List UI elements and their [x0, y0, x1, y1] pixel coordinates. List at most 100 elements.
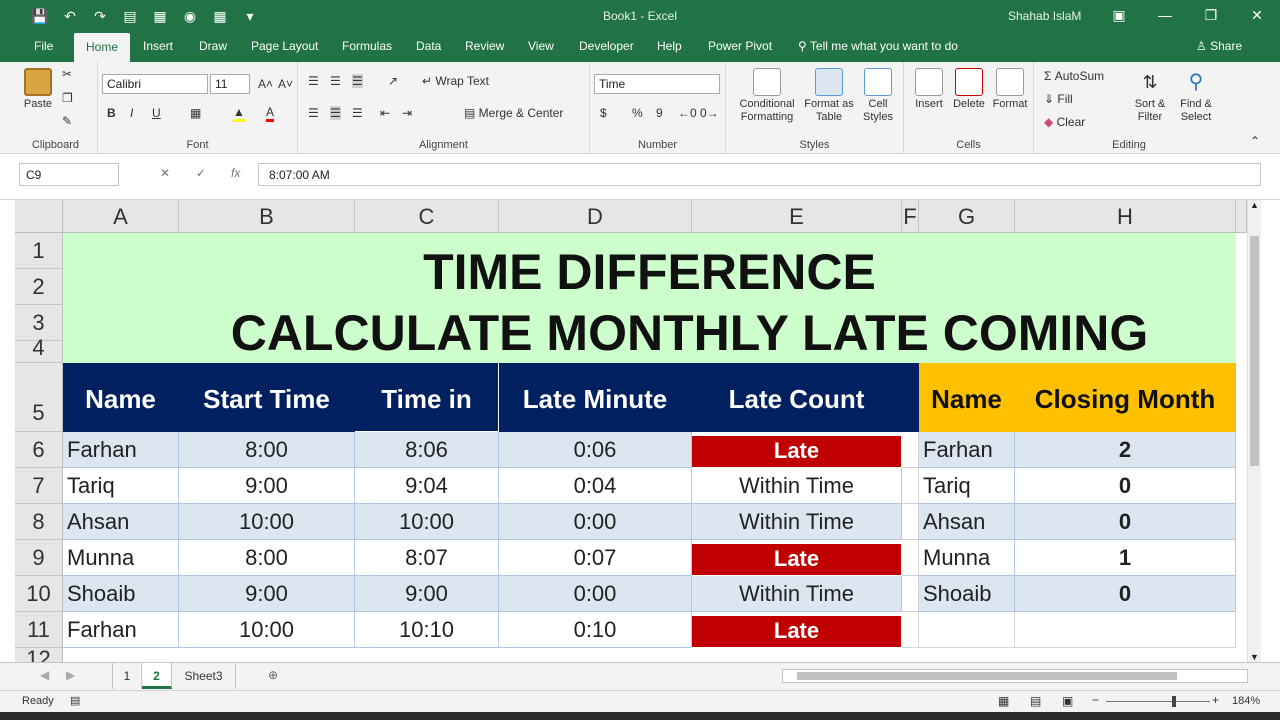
row-header-8[interactable]: 8	[15, 504, 63, 540]
increase-decimal-icon[interactable]: ←0	[678, 106, 697, 120]
cell-start-time[interactable]: 9:00	[179, 468, 355, 504]
font-name-select[interactable]: Calibri	[102, 74, 208, 94]
grow-font-icon[interactable]: A˄	[258, 77, 273, 91]
sheet-tab-2[interactable]: 2	[142, 663, 172, 689]
middle-align-icon[interactable]: ☰	[330, 74, 341, 88]
close-icon[interactable]: ✕	[1234, 0, 1280, 30]
cell-summary-count[interactable]: 0	[1015, 504, 1236, 540]
cell-start-time[interactable]: 10:00	[179, 504, 355, 540]
prev-sheet-icon[interactable]: ◀	[40, 668, 49, 682]
decrease-decimal-icon[interactable]: 0→	[700, 106, 719, 120]
cell-summary-count[interactable]: 1	[1015, 540, 1236, 576]
cell-empty[interactable]	[919, 612, 1015, 648]
cell-late-count[interactable]: Within Time	[692, 468, 902, 504]
title-block[interactable]: TIME DIFFERENCE CALCULATE MONTHLY LATE C…	[63, 233, 1236, 363]
sheet-tab-1[interactable]: 1	[112, 663, 142, 689]
cell-late-minute[interactable]: 0:00	[499, 576, 692, 612]
font-size-select[interactable]: 11	[210, 74, 250, 94]
enter-icon[interactable]: ✓	[196, 166, 206, 180]
zoom-slider[interactable]	[1106, 701, 1210, 702]
format-cells-button[interactable]: Format	[990, 68, 1030, 111]
cell-late-minute[interactable]: 0:07	[499, 540, 692, 576]
tab-insert[interactable]: Insert	[143, 39, 173, 53]
cell-empty[interactable]	[902, 540, 919, 576]
underline-button[interactable]: U	[152, 106, 161, 120]
tab-help[interactable]: Help	[657, 39, 682, 53]
align-center-icon[interactable]: ☰	[330, 106, 341, 120]
row-header-12[interactable]: 12	[15, 648, 63, 662]
name-box[interactable]: C9	[19, 163, 119, 186]
cut-icon[interactable]: ✂	[62, 67, 72, 81]
cell-late-minute[interactable]: 0:04	[499, 468, 692, 504]
worksheet-grid[interactable]: A B C D E F G H 1 2 3 4 5 6 7 8 9 10 11 …	[0, 200, 1280, 662]
horizontal-scroll-thumb[interactable]	[797, 672, 1177, 680]
copy-icon[interactable]: ❐	[62, 91, 73, 105]
find-select-button[interactable]: ⚲ Find & Select	[1174, 68, 1218, 124]
horizontal-scrollbar[interactable]	[782, 669, 1248, 683]
row-header-6[interactable]: 6	[15, 432, 63, 468]
font-color-icon[interactable]: A	[266, 105, 275, 122]
cell-name[interactable]: Shoaib	[63, 576, 179, 612]
zoom-out-icon[interactable]: −	[1092, 693, 1099, 707]
tab-draw[interactable]: Draw	[199, 39, 227, 53]
row-header-4[interactable]: 4	[15, 337, 63, 363]
cell-time-in[interactable]: 10:00	[355, 504, 499, 540]
italic-button[interactable]: I	[130, 106, 133, 120]
format-painter-icon[interactable]: ✎	[62, 114, 72, 128]
cell-start-time[interactable]: 8:00	[179, 540, 355, 576]
fill-color-icon[interactable]: ▲	[233, 105, 245, 122]
cell-name[interactable]: Tariq	[63, 468, 179, 504]
cell-name[interactable]: Munna	[63, 540, 179, 576]
align-right-icon[interactable]: ☰	[352, 106, 363, 120]
macro-record-icon[interactable]: ▤	[70, 694, 80, 707]
row-header-1[interactable]: 1	[15, 233, 63, 269]
delete-cells-button[interactable]: Delete	[950, 68, 988, 111]
cell-summary-name[interactable]: Tariq	[919, 468, 1015, 504]
minimize-icon[interactable]: —	[1142, 0, 1188, 30]
column-header-e[interactable]: E	[692, 200, 902, 233]
column-header-a[interactable]: A	[63, 200, 179, 233]
zoom-slider-handle[interactable]	[1172, 696, 1176, 707]
paste-button[interactable]: Paste	[20, 68, 56, 111]
cell-summary-name[interactable]: Shoaib	[919, 576, 1015, 612]
column-header-g[interactable]: G	[919, 200, 1015, 233]
comma-button[interactable]: 9	[656, 106, 663, 120]
cell-late-count[interactable]: Late	[692, 616, 902, 648]
cell-late-count[interactable]: Within Time	[692, 576, 902, 612]
cell-empty[interactable]	[1015, 612, 1236, 648]
increase-indent-icon[interactable]: ⇥	[402, 106, 412, 120]
percent-button[interactable]: %	[632, 106, 643, 120]
column-header-c[interactable]: C	[355, 200, 499, 233]
cell-summary-name[interactable]: Munna	[919, 540, 1015, 576]
column-header-f[interactable]: F	[902, 200, 919, 233]
vertical-scroll-thumb[interactable]	[1250, 236, 1259, 466]
decrease-indent-icon[interactable]: ⇤	[380, 106, 390, 120]
cell-empty[interactable]	[902, 504, 919, 540]
cell-start-time[interactable]: 9:00	[179, 576, 355, 612]
select-all-corner[interactable]	[15, 200, 63, 233]
tell-me-box[interactable]: ⚲ Tell me what you want to do	[798, 39, 958, 53]
cell-summary-name[interactable]: Farhan	[919, 432, 1015, 468]
row-header-11[interactable]: 11	[15, 612, 63, 648]
cell-empty[interactable]	[902, 432, 919, 468]
cell-start-time[interactable]: 10:00	[179, 612, 355, 648]
cell-name[interactable]: Farhan	[63, 432, 179, 468]
cell-empty[interactable]	[902, 612, 919, 648]
cell-late-count[interactable]: Late	[692, 436, 902, 468]
row-header-9[interactable]: 9	[15, 540, 63, 576]
formula-input[interactable]: 8:07:00 AM	[258, 163, 1261, 186]
tab-formulas[interactable]: Formulas	[342, 39, 392, 53]
insert-cells-button[interactable]: Insert	[910, 68, 948, 111]
conditional-formatting-button[interactable]: Conditional Formatting	[732, 68, 802, 124]
bold-button[interactable]: B	[107, 106, 116, 120]
fill-button[interactable]: ⇓ Fill	[1044, 92, 1073, 106]
row-header-5[interactable]: 5	[15, 363, 63, 432]
cell-name[interactable]: Farhan	[63, 612, 179, 648]
cell-name[interactable]: Ahsan	[63, 504, 179, 540]
header-name[interactable]: Name	[63, 363, 179, 432]
share-button[interactable]: ♙ Share	[1196, 39, 1242, 53]
wrap-text-button[interactable]: ↵ Wrap Text	[422, 74, 489, 88]
top-align-icon[interactable]: ☰	[308, 74, 319, 88]
cell-empty[interactable]	[902, 576, 919, 612]
column-header-b[interactable]: B	[179, 200, 355, 233]
